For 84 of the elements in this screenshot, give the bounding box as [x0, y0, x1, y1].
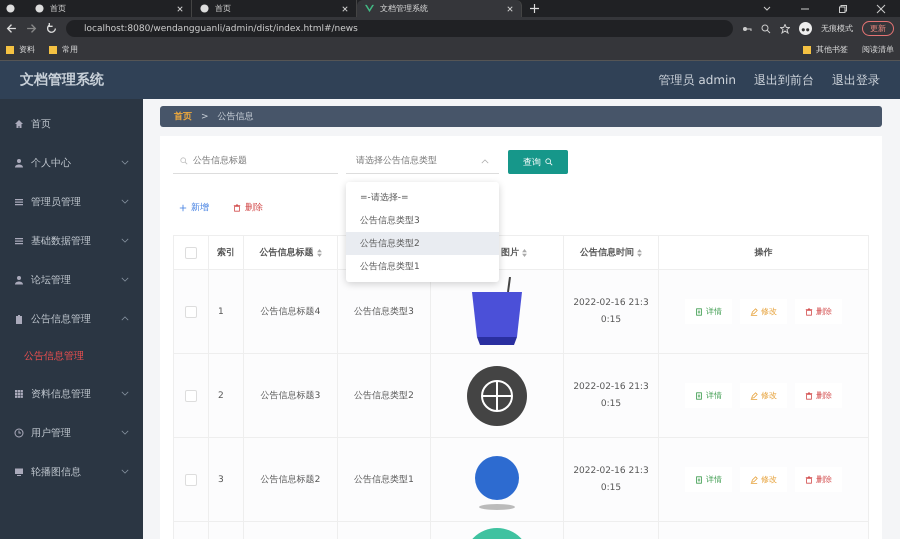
select-all-checkbox[interactable] — [185, 246, 197, 258]
header-link[interactable]: 退出到前台 — [754, 72, 814, 88]
chevron-down-icon[interactable] — [762, 4, 772, 14]
pencil-icon — [750, 476, 758, 484]
table-cell-text: 公告信息类型2 — [354, 390, 414, 402]
sidebar-item[interactable]: 公告信息管理 — [0, 299, 143, 338]
search-icon — [180, 157, 188, 165]
close-icon[interactable] — [177, 6, 183, 12]
breadcrumb-link[interactable]: 首页 — [174, 110, 192, 123]
trash-icon — [805, 308, 813, 316]
person-icon — [14, 158, 24, 168]
dropdown-option[interactable]: =-请选择-= — [346, 186, 499, 209]
update-button[interactable]: 更新 — [862, 21, 894, 36]
dropdown-option[interactable]: 公告信息类型2 — [346, 232, 499, 255]
column-header[interactable]: 图片 — [501, 246, 527, 259]
document-icon — [695, 392, 703, 400]
sidebar-item[interactable]: 首页 — [0, 104, 143, 143]
dropdown-option[interactable]: 公告信息类型3 — [346, 209, 499, 232]
breadcrumb-separator: > — [201, 112, 209, 122]
dropdown-option[interactable]: 公告信息类型1 — [346, 255, 499, 278]
header-link[interactable]: 管理员 admin — [658, 72, 736, 88]
column-header[interactable]: 公告信息标题 — [260, 246, 322, 259]
new-tab-icon[interactable] — [530, 4, 539, 13]
document-icon — [695, 476, 703, 484]
trash-icon — [805, 476, 813, 484]
table-cell-text: 公告信息类型3 — [354, 306, 414, 318]
forward-icon[interactable] — [26, 23, 37, 34]
table-cell-text: 2022-02-16 21:30:15 — [572, 380, 650, 410]
grid-icon — [14, 388, 24, 398]
table-cell-text: 公告信息标题2 — [260, 474, 320, 486]
table-cell: 1 — [218, 306, 224, 316]
address-field[interactable]: localhost:8080/wendangguanli/admin/dist/index.html#/news — [66, 20, 733, 37]
app-title: 文档管理系统 — [20, 71, 104, 89]
clock-icon — [14, 428, 24, 438]
column-header: 操作 — [754, 246, 772, 259]
back-icon[interactable] — [6, 23, 17, 34]
trash-icon — [233, 204, 241, 212]
row-checkbox[interactable] — [185, 474, 197, 486]
incognito-label[interactable]: 无痕模式 — [821, 23, 853, 34]
sidebar-item[interactable]: 管理员管理 — [0, 182, 143, 221]
home-icon — [14, 118, 24, 128]
close-icon[interactable] — [876, 4, 886, 14]
row-checkbox[interactable] — [185, 390, 197, 402]
add-button[interactable]: 新增 — [173, 197, 215, 218]
sidebar-item[interactable]: 论坛管理 — [0, 260, 143, 299]
reload-icon[interactable] — [46, 23, 57, 34]
zoom-icon[interactable] — [761, 24, 771, 34]
table-cell-text: 公告信息类型1 — [354, 474, 414, 486]
search-icon — [545, 158, 553, 166]
trash-icon — [805, 392, 813, 400]
restore-icon[interactable] — [838, 4, 848, 14]
sidebar-item[interactable]: 基础数据管理 — [0, 221, 143, 260]
table-cell: 2 — [218, 390, 224, 400]
table-cell-text: 2022-02-16 21:30:15 — [572, 296, 650, 326]
table-cell: 3 — [218, 474, 224, 484]
sidebar-item[interactable]: 个人中心 — [0, 143, 143, 182]
list-icon — [14, 236, 24, 246]
sidebar-item[interactable]: 用户管理 — [0, 413, 143, 452]
browser-tab[interactable]: 文档管理系统 — [357, 0, 522, 17]
header-link[interactable]: 退出登录 — [832, 72, 880, 88]
column-header[interactable]: 公告信息时间 — [580, 246, 642, 259]
person-icon — [14, 274, 24, 284]
list-icon — [14, 196, 24, 206]
breadcrumb-current: 公告信息 — [218, 110, 254, 123]
close-icon[interactable] — [342, 6, 348, 12]
monitor-icon — [14, 466, 24, 476]
sidebar-item[interactable]: 轮播图信息 — [0, 452, 143, 491]
table-cell-text: 公告信息标题3 — [260, 390, 320, 402]
document-icon — [695, 308, 703, 316]
v-logo-icon — [365, 4, 374, 13]
sidebar-item[interactable]: 资料信息管理 — [0, 374, 143, 413]
column-header: 索引 — [217, 246, 235, 259]
incognito-avatar-icon[interactable] — [799, 22, 812, 35]
reading-list-button[interactable]: 阅读清单 — [862, 46, 894, 54]
pencil-icon — [750, 308, 758, 316]
query-button[interactable]: 查询 — [508, 150, 568, 174]
plus-icon — [179, 204, 187, 212]
table-cell-text: 公告信息标题4 — [260, 306, 320, 318]
close-icon[interactable] — [507, 6, 513, 12]
delete-button[interactable]: 删除 — [227, 197, 269, 218]
star-icon[interactable] — [780, 24, 790, 34]
pencil-icon — [750, 392, 758, 400]
table-cell-text: 2022-02-16 21:30:15 — [572, 464, 650, 494]
row-checkbox[interactable] — [185, 306, 197, 318]
